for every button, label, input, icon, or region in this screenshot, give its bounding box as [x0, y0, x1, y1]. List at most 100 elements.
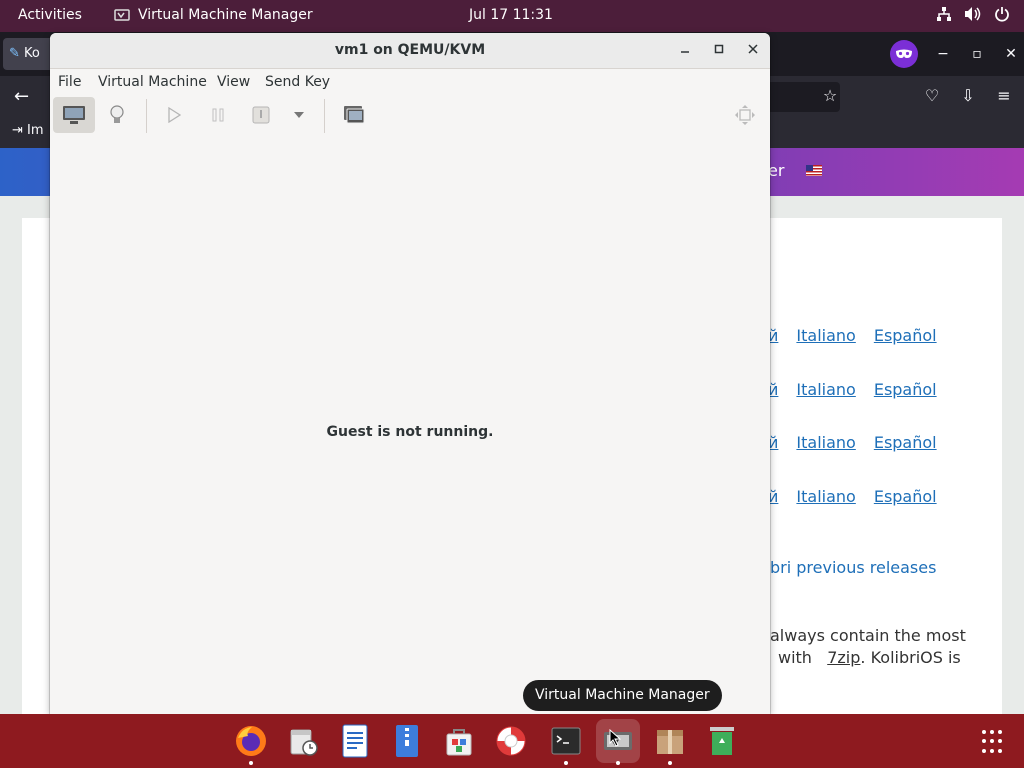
import-icon: ⇥ [12, 123, 23, 138]
top-bar: Activities Virtual Machine Manager Jul 1… [0, 0, 1024, 32]
vm-console-window: vm1 on QEMU/KVM File Virtual Machine Vie… [50, 33, 770, 714]
back-arrow-icon[interactable]: ← [14, 86, 29, 107]
language-link-espanol[interactable]: Español [874, 487, 937, 506]
menu-virtual-machine[interactable]: Virtual Machine [98, 74, 207, 90]
language-link-italiano[interactable]: Italiano [796, 433, 855, 452]
details-view-button[interactable] [96, 97, 138, 133]
dock-archive-manager[interactable] [648, 719, 692, 765]
language-row: й Italiano Español [768, 380, 937, 399]
dock-firefox[interactable] [229, 719, 273, 765]
console-view-button[interactable] [53, 97, 95, 133]
close-icon[interactable] [746, 42, 760, 56]
7zip-link[interactable]: 7zip [827, 648, 860, 667]
paragraph-text: . KolibriOS is [860, 648, 961, 667]
fullscreen-button[interactable] [724, 97, 766, 133]
language-link-italiano[interactable]: Italiano [796, 380, 855, 399]
toolbar-separator [146, 99, 147, 133]
language-link-espanol[interactable]: Español [874, 326, 937, 345]
paragraph-text: with [778, 648, 812, 667]
window-titlebar[interactable]: vm1 on QEMU/KVM [50, 33, 770, 69]
lifebuoy-icon [496, 726, 526, 756]
recycle-bin-icon [710, 727, 734, 755]
show-apps-grid-icon[interactable] [982, 730, 1006, 754]
snapshots-icon [344, 106, 365, 124]
firefox-icon [236, 726, 266, 756]
dock-writer[interactable] [333, 719, 377, 763]
guest-status-message: Guest is not running. [326, 424, 494, 440]
lightbulb-icon [110, 105, 124, 123]
package-box-icon [657, 730, 683, 754]
minimize-icon[interactable]: − [934, 46, 952, 62]
close-icon[interactable]: ✕ [1002, 46, 1020, 62]
language-link-espanol[interactable]: Español [874, 380, 937, 399]
bookmark-label: Im [27, 123, 44, 138]
app-menu-label: Virtual Machine Manager [138, 7, 313, 23]
browser-window-controls: − ▫ ✕ [890, 40, 1020, 68]
run-button[interactable] [153, 97, 195, 133]
app-menu[interactable]: Virtual Machine Manager [114, 7, 313, 23]
language-row: й Italiano Español [768, 433, 937, 452]
dock [0, 714, 1024, 768]
dock-trash[interactable] [700, 719, 744, 763]
calendar-clock-icon [290, 729, 318, 756]
bookmark-star-icon[interactable]: ☆ [812, 86, 848, 105]
kolibri-favicon-icon: ✎ [9, 46, 20, 61]
pause-icon [212, 108, 224, 122]
dock-help[interactable] [489, 719, 533, 763]
browser-toolbar: ♡ ⇩ ≡ [914, 86, 1022, 105]
clock[interactable]: Jul 17 11:31 [469, 7, 553, 23]
running-indicator [249, 761, 253, 765]
running-indicator [668, 761, 672, 765]
vm-toolbar [50, 95, 770, 139]
paragraph-line: with 7zip. KolibriOS is [778, 648, 961, 667]
chevron-down-icon [294, 112, 304, 118]
volume-icon [965, 7, 981, 21]
activities-button[interactable]: Activities [18, 7, 82, 23]
play-icon [168, 107, 181, 123]
window-title: vm1 on QEMU/KVM [334, 42, 486, 58]
power-icon [995, 7, 1009, 22]
pause-button[interactable] [197, 97, 239, 133]
mouse-cursor-icon [609, 729, 621, 747]
menu-view[interactable]: View [217, 74, 250, 90]
dock-terminal[interactable] [544, 719, 588, 765]
url-actions: ☆ [812, 86, 848, 105]
network-icon [937, 7, 951, 21]
language-link-espanol[interactable]: Español [874, 433, 937, 452]
paragraph-line: always contain the most [770, 626, 966, 645]
shutdown-button[interactable] [240, 97, 282, 133]
running-indicator [616, 761, 620, 765]
language-link-italiano[interactable]: Italiano [796, 487, 855, 506]
system-tray[interactable] [936, 6, 1010, 22]
menu-send-key[interactable]: Send Key [265, 74, 330, 90]
terminal-icon [551, 727, 581, 755]
maximize-icon[interactable]: ▫ [968, 46, 986, 62]
window-controls [678, 42, 760, 56]
menu-file[interactable]: File [58, 74, 81, 90]
language-link-italiano[interactable]: Italiano [796, 326, 855, 345]
previous-releases-link[interactable]: bri previous releases [770, 558, 936, 577]
minimize-icon[interactable] [678, 42, 692, 56]
menu-bar: File Virtual Machine View Send Key [50, 69, 770, 95]
bookmark-import[interactable]: ⇥ Im [12, 123, 44, 138]
guest-display-area[interactable]: Guest is not running. [50, 139, 770, 714]
hamburger-menu-icon[interactable]: ≡ [986, 86, 1022, 105]
shutdown-menu-dropdown[interactable] [278, 97, 320, 133]
virt-manager-small-icon [114, 9, 130, 21]
snapshots-button[interactable] [333, 97, 375, 133]
dock-software[interactable] [437, 719, 481, 763]
language-row: й Italiano Español [768, 326, 937, 345]
site-nav-item[interactable]: er [768, 161, 784, 180]
us-flag-icon[interactable] [806, 165, 822, 176]
pocket-icon[interactable]: ♡ [914, 86, 950, 105]
toolbar-separator [324, 99, 325, 133]
language-row: й Italiano Español [768, 487, 937, 506]
writer-document-icon [342, 724, 368, 758]
maximize-icon[interactable] [712, 42, 726, 56]
private-browsing-mask-icon [890, 40, 918, 68]
fullscreen-icon [735, 105, 755, 125]
dock-evolution[interactable] [281, 719, 325, 763]
download-icon[interactable]: ⇩ [950, 86, 986, 105]
dock-file-manager[interactable] [385, 719, 429, 763]
software-bag-icon [446, 729, 472, 756]
